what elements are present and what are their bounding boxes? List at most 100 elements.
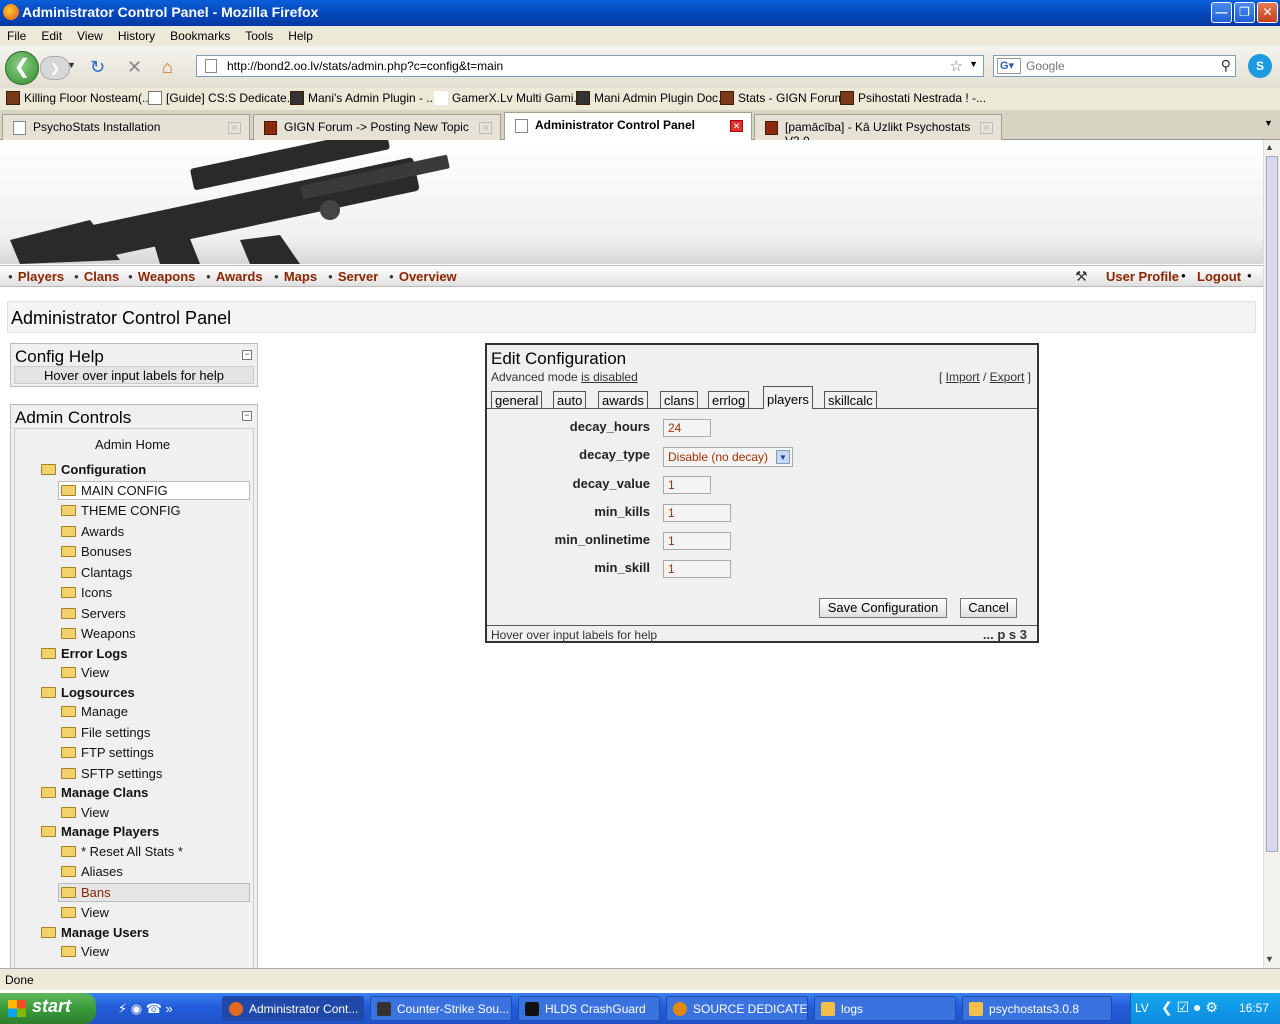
import-link[interactable]: Import <box>946 370 980 384</box>
export-link[interactable]: Export <box>990 370 1025 384</box>
chevron-down-icon[interactable]: ▼ <box>776 450 790 464</box>
tree-item-theme-config[interactable]: THEME CONFIG <box>61 503 181 518</box>
stop-icon[interactable]: ✕ <box>127 57 142 78</box>
scroll-up-icon[interactable]: ▲ <box>1265 142 1274 152</box>
tab-gign-forum[interactable]: GIGN Forum -> Posting New Topic ✕ <box>253 114 501 140</box>
tree-item-aliases[interactable]: Aliases <box>61 864 123 879</box>
language-indicator[interactable]: LV <box>1135 1001 1149 1015</box>
menu-file[interactable]: File <box>0 26 34 43</box>
tree-item-icons[interactable]: Icons <box>61 585 112 600</box>
tree-item-file-settings[interactable]: File settings <box>61 725 150 740</box>
decay-type-select[interactable]: Disable (no decay) ▼ <box>663 447 793 467</box>
bookmark-star-icon[interactable]: ☆ <box>950 57 963 75</box>
tab-psychostats-installation[interactable]: PsychoStats Installation ✕ <box>2 114 250 140</box>
tab-auto[interactable]: auto <box>553 391 587 409</box>
tree-item-ftp-settings[interactable]: FTP settings <box>61 745 154 760</box>
nav-players[interactable]: Players <box>8 269 64 284</box>
nav-clans[interactable]: Clans <box>74 269 119 284</box>
bookmark-item[interactable]: [Guide] CS:S Dedicate... <box>148 91 297 105</box>
google-engine-icon[interactable]: G▾ <box>997 58 1021 74</box>
search-icon[interactable]: ⚲ <box>1221 57 1231 74</box>
close-window-button[interactable]: ✕ <box>1257 2 1278 23</box>
reload-icon[interactable]: ↻ <box>90 57 105 78</box>
decay-value-input[interactable]: 1 <box>663 476 711 494</box>
nav-weapons[interactable]: Weapons <box>128 269 196 284</box>
tree-item-main-config[interactable]: MAIN CONFIG <box>61 483 168 498</box>
decay-hours-input[interactable]: 24 <box>663 419 711 437</box>
tab-players[interactable]: players <box>763 386 813 409</box>
min-skill-input[interactable]: 1 <box>663 560 731 578</box>
tree-item-manage[interactable]: Manage <box>61 704 128 719</box>
tree-item-bonuses[interactable]: Bonuses <box>61 544 132 559</box>
tray-icons[interactable]: ❮ ☑ ● ⚙ <box>1161 999 1218 1016</box>
collapse-icon[interactable]: − <box>242 411 252 421</box>
bookmark-item[interactable]: GamerX.Lv Multi Gami... <box>434 91 583 105</box>
tree-item-awards[interactable]: Awards <box>61 524 124 539</box>
tools-icon[interactable]: ⚒ <box>1075 268 1088 285</box>
url-dropdown-icon[interactable]: ▼ <box>969 59 978 69</box>
tree-item-reset-all-stats[interactable]: * Reset All Stats * <box>61 844 183 859</box>
user-profile-link[interactable]: User Profile <box>1106 269 1179 284</box>
admin-home-link[interactable]: Admin Home <box>95 437 170 452</box>
task-source-dedicated[interactable]: SOURCE DEDICATE... <box>666 996 808 1021</box>
quick-launch-icons[interactable]: ⚡ ◉ ☎ » <box>118 1001 173 1017</box>
close-tab-icon[interactable]: ✕ <box>730 120 743 132</box>
page-scrollbar[interactable]: ▲ ▼ <box>1263 140 1280 968</box>
menu-view[interactable]: View <box>70 26 111 43</box>
tree-item-users-view[interactable]: View <box>61 944 109 959</box>
task-hlds-crashguard[interactable]: HLDS CrashGuard <box>518 996 660 1021</box>
task-counter-strike[interactable]: Counter-Strike Sou... <box>370 996 512 1021</box>
close-tab-icon[interactable]: ✕ <box>479 122 492 134</box>
tab-skillcalc[interactable]: skillcalc <box>824 391 877 409</box>
start-button[interactable]: start <box>0 993 96 1024</box>
collapse-icon[interactable]: − <box>242 350 252 360</box>
tree-group-configuration[interactable]: Configuration <box>41 462 146 477</box>
scroll-thumb[interactable] <box>1266 156 1278 852</box>
min-kills-input[interactable]: 1 <box>663 504 731 522</box>
menu-bookmarks[interactable]: Bookmarks <box>163 26 238 43</box>
url-bar[interactable]: http://bond2.oo.lv/stats/admin.php?c=con… <box>196 55 984 77</box>
min-onlinetime-input[interactable]: 1 <box>663 532 731 550</box>
minimize-button[interactable]: — <box>1211 2 1232 23</box>
bookmark-item[interactable]: Mani's Admin Plugin - ... <box>290 91 436 105</box>
close-tab-icon[interactable]: ✕ <box>980 122 993 134</box>
history-dropdown-icon[interactable]: ▼ <box>67 60 76 70</box>
tree-group-manage-users[interactable]: Manage Users <box>41 925 149 940</box>
skype-icon[interactable]: S <box>1248 54 1272 78</box>
bookmark-item[interactable]: Killing Floor Nosteam(... <box>6 91 152 105</box>
tree-item-clans-view[interactable]: View <box>61 805 109 820</box>
save-configuration-button[interactable]: Save Configuration <box>819 598 947 618</box>
forward-button[interactable]: ❯ <box>40 56 70 80</box>
task-psychostats-folder[interactable]: psychostats3.0.8 <box>962 996 1112 1021</box>
tree-item-error-logs-view[interactable]: View <box>61 665 109 680</box>
cancel-button[interactable]: Cancel <box>960 598 1017 618</box>
nav-overview[interactable]: Overview <box>389 269 457 284</box>
bookmark-item[interactable]: Mani Admin Plugin Doc... <box>576 91 728 105</box>
tree-item-sftp-settings[interactable]: SFTP settings <box>61 766 162 781</box>
tab-errlog[interactable]: errlog <box>708 391 750 409</box>
menu-history[interactable]: History <box>111 26 163 43</box>
tab-list-icon[interactable]: ▼ <box>1264 118 1273 128</box>
tree-group-manage-clans[interactable]: Manage Clans <box>41 785 148 800</box>
nav-server[interactable]: Server <box>328 269 378 284</box>
tab-pamaciba[interactable]: [pamācība] - Kā Uzlikt Psychostats V3.0.… <box>754 114 1002 148</box>
tree-group-error-logs[interactable]: Error Logs <box>41 646 127 661</box>
search-box[interactable]: G▾ Google ⚲ <box>993 55 1236 77</box>
tree-item-servers[interactable]: Servers <box>61 606 126 621</box>
tree-item-players-view[interactable]: View <box>61 905 109 920</box>
bookmark-item[interactable]: Psihostati Nestrada ! -... <box>840 91 986 105</box>
tree-item-bans[interactable]: Bans <box>61 885 111 900</box>
tree-item-clantags[interactable]: Clantags <box>61 565 132 580</box>
logout-link[interactable]: Logout <box>1197 269 1241 284</box>
menu-help[interactable]: Help <box>281 26 321 43</box>
close-tab-icon[interactable]: ✕ <box>228 122 241 134</box>
scroll-down-icon[interactable]: ▼ <box>1265 954 1274 964</box>
tree-group-logsources[interactable]: Logsources <box>41 685 135 700</box>
nav-maps[interactable]: Maps <box>274 269 317 284</box>
tab-awards[interactable]: awards <box>598 391 648 409</box>
menu-edit[interactable]: Edit <box>34 26 70 43</box>
tab-clans[interactable]: clans <box>660 391 699 409</box>
tree-group-manage-players[interactable]: Manage Players <box>41 824 159 839</box>
home-icon[interactable]: ⌂ <box>162 57 173 78</box>
advanced-mode-toggle-link[interactable]: is disabled <box>581 370 638 384</box>
